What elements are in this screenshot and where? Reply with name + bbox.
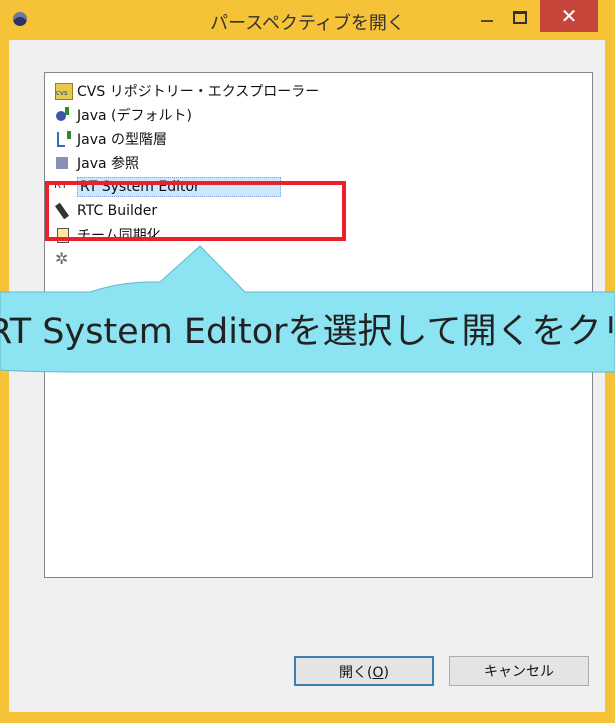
list-item[interactable]: Java 参照 [53, 152, 139, 174]
open-label: 開く( [339, 665, 373, 681]
close-button[interactable]: ✕ [540, 0, 598, 32]
maximize-button[interactable] [505, 6, 533, 30]
list-item[interactable]: Java の型階層 [53, 128, 167, 150]
close-icon: ✕ [560, 4, 578, 28]
callout-text-box: RT System Editorを選択して開くをクリック [0, 292, 615, 372]
title-bar[interactable]: パースペクティブを開く ✕ [0, 0, 615, 40]
list-item[interactable] [53, 248, 77, 270]
other-perspective-icon [53, 249, 75, 269]
list-item-label: CVS リポジトリー・エクスプローラー [77, 84, 320, 100]
open-suffix: ) [383, 665, 389, 681]
type-hierarchy-icon [53, 129, 75, 149]
open-button[interactable]: 開く(O) [294, 656, 434, 686]
list-item-label: Java の型階層 [77, 132, 168, 148]
minimize-button[interactable] [473, 6, 501, 30]
java-browsing-icon [53, 153, 75, 173]
list-item[interactable]: CVS リポジトリー・エクスプローラー [53, 80, 319, 102]
open-mnemonic: O [372, 665, 384, 681]
list-item[interactable]: Java (デフォルト) [53, 104, 192, 126]
cancel-button[interactable]: キャンセル [449, 656, 589, 686]
cvs-repository-icon [53, 81, 75, 101]
callout-text: RT System Editorを選択して開くをクリック [0, 312, 615, 352]
selection-highlight-box [45, 181, 346, 241]
java-perspective-icon [53, 105, 75, 125]
list-item-label: Java 参照 [77, 156, 140, 172]
cancel-label: キャンセル [484, 664, 554, 680]
list-item-label: Java (デフォルト) [77, 108, 192, 124]
dialog-window: パースペクティブを開く ✕ CVS リポジトリー・エクスプローラー Java (… [0, 0, 615, 723]
